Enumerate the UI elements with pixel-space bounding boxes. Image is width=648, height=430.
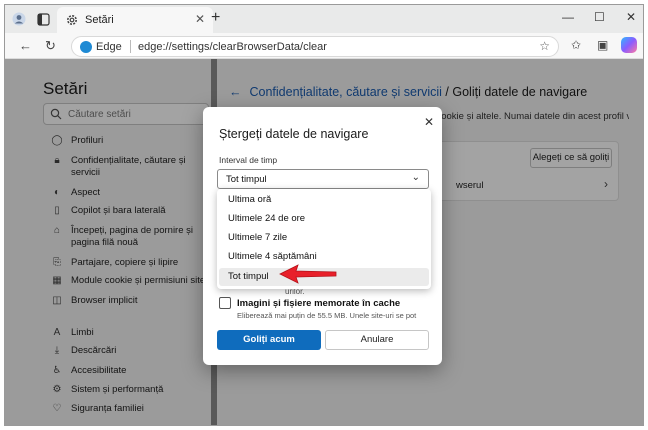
cache-checkbox-label: Imagini și fișiere memorate în cache bbox=[237, 298, 401, 309]
close-tab-icon[interactable]: ✕ bbox=[195, 12, 205, 26]
address-bar[interactable]: Edge edge://settings/clearBrowserData/cl… bbox=[71, 36, 559, 57]
copilot-icon[interactable] bbox=[621, 37, 637, 53]
maximize-button[interactable]: ☐ bbox=[594, 10, 605, 24]
clear-now-button[interactable]: Goliți acum bbox=[217, 330, 321, 350]
tab-title: Setări bbox=[85, 14, 114, 26]
address-separator bbox=[130, 40, 131, 53]
dialog-title: Ștergeți datele de navigare bbox=[219, 127, 369, 141]
collections-icon[interactable]: ▣ bbox=[597, 38, 608, 52]
close-window-button[interactable]: ✕ bbox=[626, 10, 636, 24]
address-brand: Edge bbox=[96, 41, 122, 53]
cancel-button[interactable]: Anulare bbox=[325, 330, 429, 350]
cache-checkbox-description: Eliberează mai puțin de 55.5 MB. Unele s… bbox=[237, 311, 417, 320]
favorites-icon[interactable]: ✩ bbox=[571, 38, 581, 52]
annotation-arrow-icon bbox=[279, 264, 337, 284]
tab-actions-icon[interactable] bbox=[35, 11, 51, 27]
minimize-button[interactable]: — bbox=[562, 10, 574, 24]
back-icon[interactable]: ← bbox=[19, 38, 32, 53]
edge-logo-icon bbox=[80, 41, 92, 53]
tab-strip: Setări ✕ + — ☐ ✕ bbox=[5, 5, 643, 33]
cache-checkbox[interactable] bbox=[219, 297, 231, 309]
time-range-option[interactable]: Ultimele 24 de ore bbox=[219, 210, 429, 228]
address-url[interactable]: edge://settings/clearBrowserData/clear bbox=[138, 41, 327, 53]
toolbar: ← ↻ Edge edge://settings/clearBrowserDat… bbox=[5, 33, 643, 59]
time-range-label: Interval de timp bbox=[219, 155, 278, 165]
time-range-value: Tot timpul bbox=[226, 174, 267, 185]
refresh-icon[interactable]: ↻ bbox=[45, 38, 56, 54]
chevron-down-icon: ⌄ bbox=[411, 172, 420, 183]
favorite-star-icon[interactable]: ☆ bbox=[539, 39, 550, 53]
time-range-option[interactable]: Ultima oră bbox=[219, 191, 429, 209]
close-icon[interactable]: ✕ bbox=[424, 115, 434, 129]
profile-avatar-icon[interactable] bbox=[11, 11, 27, 27]
new-tab-button[interactable]: + bbox=[211, 9, 220, 27]
gear-icon bbox=[67, 15, 77, 25]
time-range-select[interactable]: Tot timpul ⌄ bbox=[217, 169, 429, 189]
time-range-option[interactable]: Ultimele 7 zile bbox=[219, 229, 429, 247]
tab-settings[interactable]: Setări ✕ bbox=[57, 7, 213, 33]
